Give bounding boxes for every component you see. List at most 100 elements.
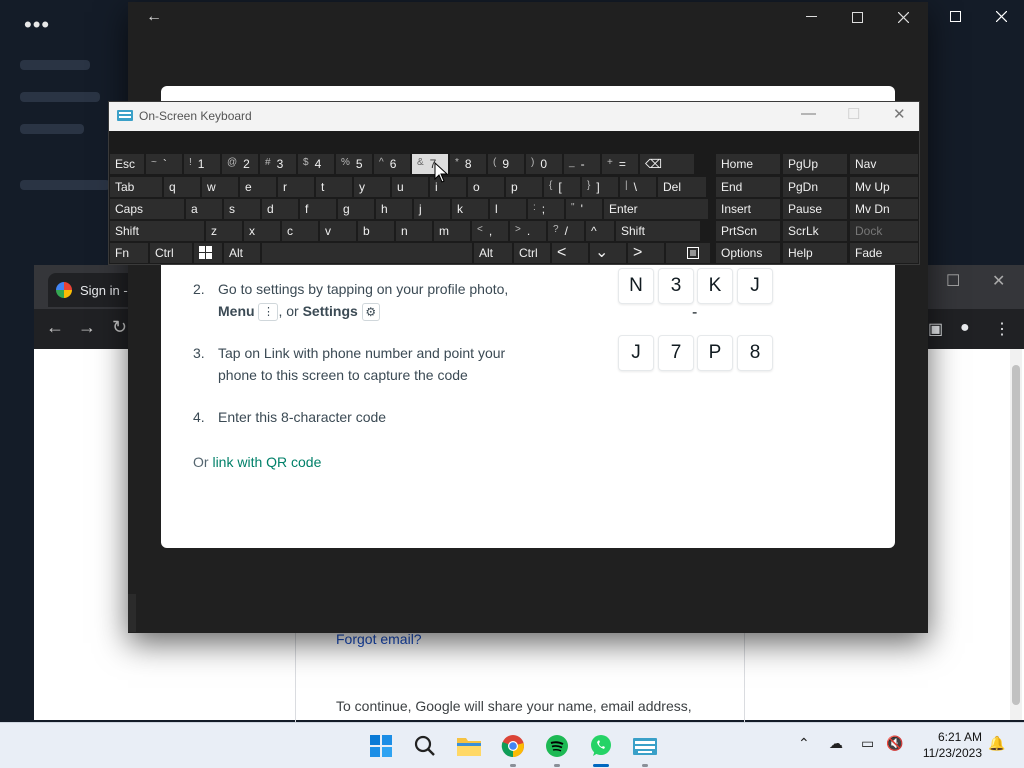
key[interactable]: d <box>262 199 298 219</box>
spacebar-key[interactable] <box>262 243 472 263</box>
key[interactable]: Fade <box>850 243 918 263</box>
chrome-menu-icon[interactable]: ⋮ <box>994 319 1010 339</box>
show-hidden-icons-icon[interactable]: ⌃ <box>798 735 810 752</box>
key[interactable]: Esc <box>110 154 144 174</box>
key[interactable]: $4 <box>298 154 334 174</box>
key[interactable]: >. <box>510 221 546 241</box>
key[interactable]: s <box>224 199 260 219</box>
key[interactable]: l <box>490 199 526 219</box>
key[interactable]: PgDn <box>783 177 847 197</box>
key[interactable]: j <box>414 199 450 219</box>
on-screen-keyboard-icon[interactable] <box>630 731 660 761</box>
arrow-left-icon[interactable]: < <box>552 243 588 263</box>
link-with-qr-code[interactable]: link with QR code <box>212 454 321 470</box>
key[interactable]: a <box>186 199 222 219</box>
key[interactable]: <, <box>472 221 508 241</box>
profile-icon[interactable]: ● <box>960 319 970 337</box>
key[interactable]: ^ 6 <box>374 154 410 174</box>
key[interactable]: Enter <box>604 199 708 219</box>
key[interactable]: (9 <box>488 154 524 174</box>
key[interactable]: Mv Dn <box>850 199 918 219</box>
key[interactable]: Shift <box>616 221 700 241</box>
key[interactable]: Nav <box>850 154 918 174</box>
key[interactable]: Ctrl <box>514 243 550 263</box>
key[interactable]: y <box>354 177 390 197</box>
key[interactable]: Help <box>783 243 847 263</box>
key[interactable]: v <box>320 221 356 241</box>
reload-icon[interactable]: ↻ <box>112 317 127 338</box>
sidebar-icon[interactable]: ▣ <box>928 319 943 339</box>
key[interactable]: Insert <box>716 199 780 219</box>
key[interactable]: * 8 <box>450 154 486 174</box>
file-explorer-icon[interactable] <box>454 731 484 761</box>
back-icon[interactable]: ← <box>46 317 64 338</box>
key[interactable]: :; <box>528 199 564 219</box>
key[interactable]: % 5 <box>336 154 372 174</box>
arrow-down-icon[interactable]: ⌄ <box>590 243 626 263</box>
clock[interactable]: 6:21 AM 11/23/2023 <box>923 729 982 761</box>
key[interactable]: " ' <box>566 199 602 219</box>
windows-key-icon[interactable] <box>194 243 222 263</box>
arrow-right-icon[interactable]: > <box>628 243 664 263</box>
key[interactable]: Fn <box>110 243 148 263</box>
key[interactable]: Del <box>658 177 706 197</box>
key[interactable]: m <box>434 221 470 241</box>
key[interactable]: p <box>506 177 542 197</box>
close-icon[interactable]: ✕ <box>992 271 1005 291</box>
key[interactable]: Tab <box>110 177 162 197</box>
key[interactable]: z <box>206 221 242 241</box>
key[interactable]: ScrLk <box>783 221 847 241</box>
key[interactable]: n <box>396 221 432 241</box>
key[interactable]: PrtScn <box>716 221 780 241</box>
key[interactable]: #3 <box>260 154 296 174</box>
maximize-icon[interactable]: ☐ <box>946 271 960 291</box>
scrollbar[interactable] <box>1010 349 1022 720</box>
onedrive-offline-icon[interactable]: ☁ <box>829 735 843 752</box>
key[interactable]: r <box>278 177 314 197</box>
key[interactable]: k <box>452 199 488 219</box>
key[interactable]: PgUp <box>783 154 847 174</box>
key[interactable]: q <box>164 177 200 197</box>
key[interactable]: }] <box>582 177 618 197</box>
key[interactable]: o <box>468 177 504 197</box>
key[interactable]: @2 <box>222 154 258 174</box>
whatsapp-icon[interactable] <box>586 731 616 761</box>
display-icon[interactable]: ▭ <box>861 735 874 752</box>
key[interactable]: Alt <box>224 243 260 263</box>
key[interactable]: ! 1 <box>184 154 220 174</box>
key[interactable]: _ - <box>564 154 600 174</box>
key[interactable]: Home <box>716 154 780 174</box>
close-icon[interactable]: ✕ <box>893 105 906 123</box>
search-icon[interactable] <box>410 731 440 761</box>
spotify-icon[interactable] <box>542 731 572 761</box>
close-icon[interactable] <box>978 2 1024 30</box>
key[interactable]: Dock <box>850 221 918 241</box>
key[interactable]: u <box>392 177 428 197</box>
maximize-icon[interactable] <box>932 2 978 30</box>
key[interactable]: h <box>376 199 412 219</box>
key[interactable]: End <box>716 177 780 197</box>
key[interactable]: Mv Up <box>850 177 918 197</box>
key[interactable]: {[ <box>544 177 580 197</box>
forward-icon[interactable]: → <box>78 317 96 338</box>
close-icon[interactable] <box>880 2 926 32</box>
minimize-icon[interactable] <box>788 2 834 32</box>
key[interactable]: w <box>202 177 238 197</box>
key[interactable]: e <box>240 177 276 197</box>
context-menu-key-icon[interactable] <box>666 243 710 263</box>
key[interactable]: | \ <box>620 177 656 197</box>
key[interactable]: Pause <box>783 199 847 219</box>
key[interactable]: Options <box>716 243 780 263</box>
key[interactable]: ⌫ <box>640 154 694 174</box>
forgot-email-link[interactable]: Forgot email? <box>336 631 422 647</box>
back-arrow-icon[interactable]: ← <box>146 8 162 26</box>
key[interactable]: ~ ` <box>146 154 182 174</box>
key[interactable]: t <box>316 177 352 197</box>
key[interactable]: Caps <box>110 199 184 219</box>
notification-bell-icon[interactable]: 🔔 <box>988 735 1005 752</box>
key[interactable]: Alt <box>474 243 512 263</box>
key[interactable]: f <box>300 199 336 219</box>
scrollbar-thumb[interactable] <box>1012 365 1020 705</box>
key[interactable]: c <box>282 221 318 241</box>
windows-start-icon[interactable] <box>366 731 396 761</box>
